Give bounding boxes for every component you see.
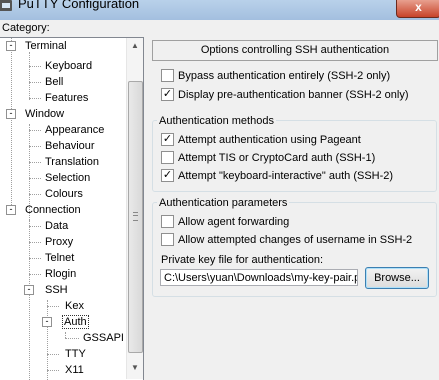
display-banner-checkbox[interactable]: ✓ Display pre-authentication banner (SSH-… xyxy=(161,87,409,104)
tree-item-features[interactable]: Features xyxy=(45,90,88,106)
keyboard-interactive-checkbox[interactable]: ✓ Attempt "keyboard-interactive" auth (SS… xyxy=(161,168,393,185)
tree-item-gssapi[interactable]: GSSAPI xyxy=(83,330,124,346)
tree-item-translation[interactable]: Translation xyxy=(45,154,99,170)
agent-forwarding-checkbox[interactable]: Allow agent forwarding xyxy=(161,214,289,231)
tree-item-ssh[interactable]: SSH xyxy=(45,282,68,298)
category-label: Category: xyxy=(2,22,50,34)
tree-expander-connection[interactable]: - xyxy=(6,205,16,215)
tree-expander-ssh[interactable]: - xyxy=(24,285,34,295)
tree-item-window[interactable]: Window xyxy=(25,106,64,122)
tree-item-behaviour[interactable]: Behaviour xyxy=(45,138,95,154)
tree-item-terminal[interactable]: Terminal xyxy=(25,38,67,54)
tree-item-data[interactable]: Data xyxy=(45,218,68,234)
tree-item-selection[interactable]: Selection xyxy=(45,170,90,186)
scroll-up-arrow-icon[interactable]: ▲ xyxy=(127,38,143,54)
tree-scrollbar[interactable]: ▲ ▼ xyxy=(126,38,143,379)
close-button[interactable]: x xyxy=(396,0,439,18)
private-key-field[interactable]: C:\Users\yuan\Downloads\my-key-pair.ppk xyxy=(160,269,358,286)
tree-item-bell[interactable]: Bell xyxy=(45,74,63,90)
checkbox-icon xyxy=(161,150,174,164)
tree-item-keyboard[interactable]: Keyboard xyxy=(45,58,92,74)
tree-expander-auth[interactable]: - xyxy=(42,317,52,327)
tree-item-connection[interactable]: Connection xyxy=(25,202,81,218)
private-key-label: Private key file for authentication: xyxy=(161,254,324,266)
auth-methods-title: Authentication methods xyxy=(157,114,276,128)
tree-expander-window[interactable]: - xyxy=(6,109,16,119)
tree-item-auth[interactable]: Auth xyxy=(62,314,89,330)
checkmark-icon: ✓ xyxy=(161,87,174,101)
tree-item-proxy[interactable]: Proxy xyxy=(45,234,73,250)
tree-item-colours[interactable]: Colours xyxy=(45,186,83,202)
tree-item-telnet[interactable]: Telnet xyxy=(45,250,74,266)
category-tree[interactable]: - - - - - Terminal Keyboard Bell Feature… xyxy=(0,37,144,380)
tree-expander-terminal[interactable]: - xyxy=(6,41,16,51)
bypass-auth-checkbox[interactable]: Bypass authentication entirely (SSH-2 on… xyxy=(161,68,390,85)
tis-checkbox[interactable]: Attempt TIS or CryptoCard auth (SSH-1) xyxy=(161,150,375,167)
checkbox-icon xyxy=(161,68,174,82)
tree-item-rlogin[interactable]: Rlogin xyxy=(45,266,76,282)
checkbox-icon xyxy=(161,214,174,228)
auth-params-title: Authentication parameters xyxy=(157,196,290,210)
putty-app-icon xyxy=(0,0,12,11)
browse-button[interactable]: Browse... xyxy=(365,267,429,289)
title-bar[interactable]: PuTTY Configuration x xyxy=(0,0,439,20)
scroll-thumb[interactable] xyxy=(128,81,143,353)
panel-header: Options controlling SSH authentication xyxy=(152,40,438,61)
tree-item-kex[interactable]: Kex xyxy=(65,298,84,314)
checkmark-icon: ✓ xyxy=(161,168,174,182)
checkmark-icon: ✓ xyxy=(161,132,174,146)
checkbox-icon xyxy=(161,232,174,246)
grip-icon xyxy=(133,212,138,221)
window-title: PuTTY Configuration xyxy=(18,0,140,11)
pageant-checkbox[interactable]: ✓ Attempt authentication using Pageant xyxy=(161,132,361,149)
tree-item-x11[interactable]: X11 xyxy=(65,362,84,378)
scroll-down-arrow-icon[interactable]: ▼ xyxy=(127,360,143,376)
tree-item-tty[interactable]: TTY xyxy=(65,346,86,362)
tree-item-appearance[interactable]: Appearance xyxy=(45,122,104,138)
username-change-checkbox[interactable]: Allow attempted changes of username in S… xyxy=(161,232,412,249)
